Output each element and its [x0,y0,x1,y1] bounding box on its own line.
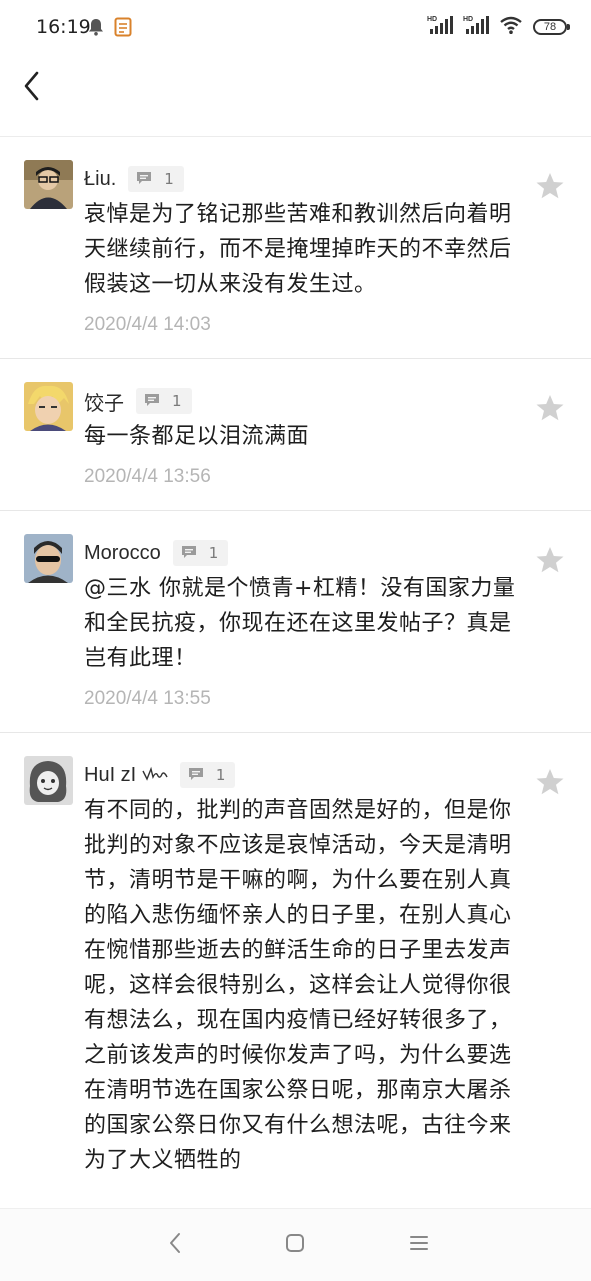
avatar[interactable] [24,756,73,805]
avatar[interactable] [24,382,73,431]
reply-count: 1 [172,392,182,410]
bell-icon [88,18,104,40]
comment-body: 哀悼是为了铭记那些苦难和教训然后向着明天继续前行，而不是掩埋掉昨天的不幸然后假装… [84,202,512,297]
comment-author[interactable]: Łiu. [84,168,116,191]
status-time: 16:19 [36,16,91,38]
comment-bubble-icon [181,544,197,563]
menu-nav-icon [409,1234,429,1256]
chevron-left-icon [23,71,41,105]
menu-nav-button[interactable] [403,1229,435,1261]
reply-count: 1 [215,766,226,784]
comment-body: 每一条都足以泪流满面 [84,424,310,449]
reply-count-button[interactable]: 1 [172,540,229,566]
comment-item: 饺子 1 每一条都足以泪流满面 2020/4/4 13:56 [0,359,591,511]
comment-body: @三水 你就是个愤青+杠精！没有国家力量和全民抗疫，你现在还在这里发帖子？真是岂… [84,576,516,671]
comment-header: Morocco 1 [84,535,531,571]
svg-text:HD: HD [463,16,473,23]
notes-app-icon [114,17,132,41]
star-icon[interactable] [535,545,565,575]
header [0,54,591,137]
comment-list: Łiu. 1 哀悼是为了铭记那些苦难和教训然后向着明天继续前行，而不是掩埋掉昨天… [0,137,591,1207]
reply-count-button[interactable]: 1 [136,388,192,414]
reply-count: 1 [164,170,174,188]
reply-count-button[interactable]: 1 [128,166,184,192]
hd-signal-icon: HD [427,14,453,40]
comment-item: Morocco 1 @三水 你就是个愤青+杠精！没有国家力量和全民抗疫，你现在还… [0,511,591,733]
back-nav-icon [168,1232,182,1258]
star-icon[interactable] [535,393,565,423]
wifi-icon [499,15,523,39]
comment-item: Łiu. 1 哀悼是为了铭记那些苦难和教训然后向着明天继续前行，而不是掩埋掉昨天… [0,137,591,359]
back-button[interactable] [12,68,52,108]
reply-count-button[interactable]: 1 [179,762,236,788]
comment-bubble-icon [188,766,204,785]
comment-author[interactable]: Morocco [84,542,161,565]
comment-timestamp: 2020/4/4 14:03 [84,314,211,335]
reply-count: 1 [208,544,219,562]
home-nav-icon [285,1233,305,1257]
comment-author[interactable]: HuI zI [84,764,168,787]
comment-body: 有不同的，批判的声音固然是好的，但是你批判的对象不应该是哀悼活动，今天是清明节，… [84,798,512,1173]
svg-text:HD: HD [427,16,437,23]
comment-bubble-icon [136,170,152,189]
comment-bubble-icon [144,392,160,411]
status-right-icons: HD HD 78 [427,14,570,40]
star-icon[interactable] [535,171,565,201]
comment-header: HuI zI 1 [84,757,531,793]
avatar[interactable] [24,534,73,583]
comment-author-text: HuI zI [84,763,137,786]
home-nav-button[interactable] [279,1229,311,1261]
signature-scribble-icon [142,764,168,786]
comment-header: 饺子 1 [84,383,531,419]
avatar[interactable] [24,160,73,209]
hd-signal-icon: HD [463,14,489,40]
back-nav-button[interactable] [159,1229,191,1261]
battery-icon: 78 [533,19,570,35]
comment-item: HuI zI 1 有不同的，批判的声音固然是好的，但是你批判的对象不应该是哀悼活… [0,733,591,1200]
status-bar: 16:19 HD HD 78 [0,0,591,54]
status-left-icons [88,17,132,41]
comment-header: Łiu. 1 [84,161,531,197]
comment-timestamp: 2020/4/4 13:55 [84,688,211,709]
comment-author[interactable]: 饺子 [84,387,124,416]
star-icon[interactable] [535,767,565,797]
system-nav-bar [0,1208,591,1281]
comment-timestamp: 2020/4/4 13:56 [84,466,211,487]
